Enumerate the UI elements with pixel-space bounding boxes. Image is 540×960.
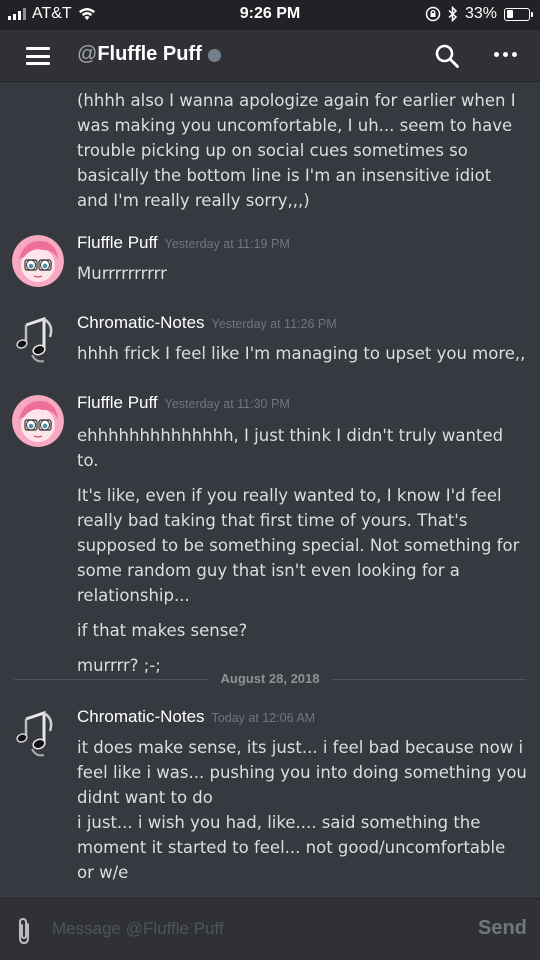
message-line: i just... i wish you had, like.... said … xyxy=(77,813,506,882)
message-paragraph: ehhhhhhhhhhhhhh, I just think I didn't t… xyxy=(77,426,504,470)
dm-title[interactable]: @ Fluffle Puff xyxy=(77,43,221,66)
avatar[interactable] xyxy=(12,315,64,367)
battery-icon xyxy=(504,7,533,21)
dm-user-name: Fluffle Puff xyxy=(97,43,202,65)
message-header: Chromatic-Notes Yesterday at 11:26 PM xyxy=(77,313,337,333)
message-content: hhhh frick I feel like I'm managing to u… xyxy=(77,341,527,376)
pink-hair-avatar-icon xyxy=(12,395,64,447)
pink-hair-avatar-icon xyxy=(12,235,64,287)
avatar[interactable] xyxy=(12,709,64,761)
message-content: Murrrrrrrrrr xyxy=(77,261,527,296)
author-name[interactable]: Chromatic-Notes xyxy=(77,313,205,333)
message-list[interactable]: (hhhh also I wanna apologize again for e… xyxy=(0,83,540,897)
message-paragraph: if that makes sense? xyxy=(77,621,248,640)
at-symbol: @ xyxy=(77,43,98,65)
message-paragraph: Murrrrrrrrrr xyxy=(77,264,167,283)
avatar[interactable] xyxy=(12,235,64,287)
message-header: Chromatic-Notes Today at 12:06 AM xyxy=(77,707,315,727)
date-divider: August 28, 2018 xyxy=(14,669,526,689)
hamburger-menu-icon[interactable] xyxy=(26,47,50,65)
status-bar: AT&T 9:26 PM 33% xyxy=(0,0,540,30)
message-composer: Send xyxy=(0,898,540,960)
message-content: (hhhh also I wanna apologize again for e… xyxy=(77,91,516,210)
message-content: ehhhhhhhhhhhhhh, I just think I didn't t… xyxy=(77,423,527,688)
status-right: 33% xyxy=(425,5,533,23)
timestamp: Yesterday at 11:26 PM xyxy=(211,317,337,331)
bluetooth-icon xyxy=(448,6,458,22)
date-divider-label: August 28, 2018 xyxy=(208,671,332,686)
message-input[interactable] xyxy=(52,919,452,939)
message-paragraph: hhhh frick I feel like I'm managing to u… xyxy=(77,344,526,363)
channel-header: @ Fluffle Puff xyxy=(0,30,540,82)
author-name[interactable]: Chromatic-Notes xyxy=(77,707,205,727)
more-options-icon[interactable] xyxy=(494,52,517,57)
author-name[interactable]: Fluffle Puff xyxy=(77,393,158,413)
music-notes-avatar-icon xyxy=(16,710,53,757)
presence-status-icon xyxy=(207,49,221,62)
battery-percent: 33% xyxy=(464,5,497,22)
send-button[interactable]: Send xyxy=(478,917,527,940)
avatar[interactable] xyxy=(12,395,64,447)
message-header: Fluffle Puff Yesterday at 11:30 PM xyxy=(77,393,290,413)
message-header: Fluffle Puff Yesterday at 11:19 PM xyxy=(77,233,290,253)
timestamp: Yesterday at 11:19 PM xyxy=(164,237,290,251)
timestamp: Today at 12:06 AM xyxy=(211,711,316,725)
search-icon[interactable] xyxy=(434,43,460,69)
rotation-lock-icon xyxy=(425,6,441,22)
message-content: it does make sense, its just... i feel b… xyxy=(77,735,527,885)
timestamp: Yesterday at 11:30 PM xyxy=(164,397,290,411)
paperclip-icon[interactable] xyxy=(14,916,34,946)
message-line: it does make sense, its just... i feel b… xyxy=(77,738,527,807)
music-notes-avatar-icon xyxy=(16,316,53,363)
message-paragraph: It's like, even if you really wanted to,… xyxy=(77,486,520,605)
author-name[interactable]: Fluffle Puff xyxy=(77,233,158,253)
